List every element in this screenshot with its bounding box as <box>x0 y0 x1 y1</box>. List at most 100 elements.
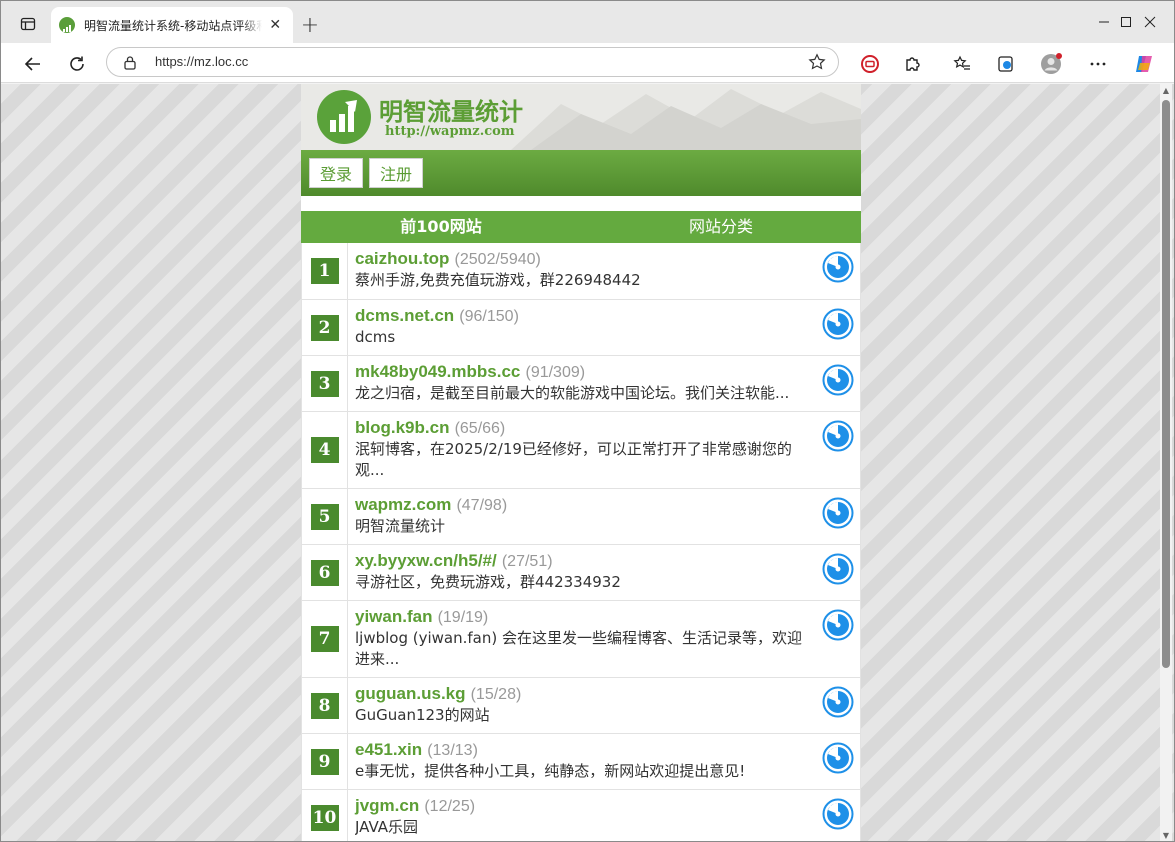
stats-link[interactable] <box>816 243 860 299</box>
rank-cell: 6 <box>302 545 348 600</box>
chart-disc-icon <box>822 609 854 641</box>
list-item[interactable]: 1 caizhou.top (2502/5940) 蔡州手游,免费充值玩游戏，群… <box>301 243 861 300</box>
site-ranking-list: 1 caizhou.top (2502/5940) 蔡州手游,免费充值玩游戏，群… <box>301 243 861 841</box>
stats-link[interactable] <box>816 545 860 600</box>
avatar-icon <box>1041 53 1062 74</box>
site-domain-link[interactable]: guguan.us.kg <box>355 684 466 703</box>
extension-red-button[interactable] <box>857 51 883 77</box>
new-tab-button[interactable]: + <box>297 12 323 38</box>
site-page: 明智流量统计 http://wapmz.com 登录 注册 前100网站 网站分… <box>301 84 861 841</box>
site-info: e451.xin (13/13) e事无忧，提供各种小工具，纯静态，新网站欢迎提… <box>348 734 816 789</box>
refresh-button[interactable] <box>62 49 92 79</box>
tab-close-icon[interactable]: ✕ <box>266 15 286 35</box>
tab-top100[interactable]: 前100网站 <box>301 211 581 243</box>
stats-link[interactable] <box>816 412 860 488</box>
site-logo-icon <box>317 90 371 144</box>
stats-link[interactable] <box>816 356 860 411</box>
site-domain-link[interactable]: xy.byyxw.cn/h5/#/ <box>355 551 497 570</box>
rank-badge: 9 <box>310 748 339 775</box>
copilot-button[interactable] <box>1131 51 1157 77</box>
list-item[interactable]: 5 wapmz.com (47/98) 明智流量统计 <box>301 489 861 545</box>
site-stats: (2502/5940) <box>454 251 541 268</box>
stats-link[interactable] <box>816 790 860 841</box>
back-button[interactable] <box>18 49 48 79</box>
url-input[interactable]: https://mz.loc.cc <box>106 47 839 77</box>
tab-categories[interactable]: 网站分类 <box>581 211 861 243</box>
spacer <box>301 196 861 211</box>
site-description: 泯轲博客，在2025/2/19已经修好，可以正常打开了非常感谢您的观... <box>355 440 792 479</box>
collections-button[interactable] <box>993 51 1019 77</box>
rank-cell: 3 <box>302 356 348 411</box>
rank-badge: 8 <box>310 692 339 719</box>
rank-cell: 10 <box>302 790 348 841</box>
list-item[interactable]: 3 mk48by049.mbbs.cc (91/309) 龙之归宿，是截至目前最… <box>301 356 861 412</box>
site-stats: (47/98) <box>456 497 508 514</box>
site-domain-link[interactable]: caizhou.top <box>355 249 449 268</box>
site-title-line: caizhou.top (2502/5940) <box>355 249 816 270</box>
stats-link[interactable] <box>816 678 860 733</box>
site-favicon-icon <box>59 17 75 33</box>
site-domain-link[interactable]: e451.xin <box>355 740 422 759</box>
stats-link[interactable] <box>816 300 860 355</box>
chart-disc-icon <box>822 420 854 452</box>
site-stats: (15/28) <box>470 686 522 703</box>
site-stats: (96/150) <box>459 308 519 325</box>
site-stats: (91/309) <box>525 364 586 381</box>
site-stats: (19/19) <box>437 609 489 626</box>
stats-link[interactable] <box>816 734 860 789</box>
list-item[interactable]: 6 xy.byyxw.cn/h5/#/ (27/51) 寻游社区，免费玩游戏，群… <box>301 545 861 601</box>
rank-cell: 7 <box>302 601 348 677</box>
stats-link[interactable] <box>816 489 860 544</box>
more-menu-button[interactable] <box>1085 51 1111 77</box>
site-info: guguan.us.kg (15/28) GuGuan123的网站 <box>348 678 816 733</box>
list-item[interactable]: 9 e451.xin (13/13) e事无忧，提供各种小工具，纯静态，新网站欢… <box>301 734 861 790</box>
stats-link[interactable] <box>816 601 860 677</box>
tab-actions-button[interactable] <box>13 11 43 37</box>
site-description: 龙之归宿，是截至目前最大的软能游戏中国论坛。我们关注软能... <box>355 384 790 402</box>
list-item[interactable]: 10 jvgm.cn (12/25) JAVA乐园 <box>301 790 861 841</box>
site-domain-link[interactable]: jvgm.cn <box>355 796 419 815</box>
rank-badge: 5 <box>310 503 339 530</box>
site-title-line: xy.byyxw.cn/h5/#/ (27/51) <box>355 551 816 572</box>
site-domain-link[interactable]: wapmz.com <box>355 495 451 514</box>
list-item[interactable]: 4 blog.k9b.cn (65/66) 泯轲博客，在2025/2/19已经修… <box>301 412 861 489</box>
list-item[interactable]: 7 yiwan.fan (19/19) ljwblog (yiwan.fan) … <box>301 601 861 678</box>
favorites-list-icon <box>953 55 970 70</box>
favorites-button[interactable] <box>949 51 975 77</box>
site-domain-link[interactable]: yiwan.fan <box>355 607 432 626</box>
browser-window: 明智流量统计系统-移动站点评级和 ✕ + https://mz.loc.cc 明… <box>0 0 1175 842</box>
profile-button[interactable] <box>1038 51 1064 77</box>
site-url-text: http://wapmz.com <box>385 124 515 139</box>
collections-icon <box>998 56 1013 72</box>
back-arrow-icon <box>24 57 40 71</box>
site-brand-name: 明智流量统计 <box>379 98 523 126</box>
chart-disc-icon <box>822 364 854 396</box>
register-button[interactable]: 注册 <box>369 158 424 188</box>
site-description: 明智流量统计 <box>355 517 446 535</box>
scroll-up-icon[interactable]: ▲ <box>1162 87 1170 95</box>
scroll-down-icon[interactable]: ▼ <box>1162 832 1170 840</box>
browser-tab[interactable]: 明智流量统计系统-移动站点评级和 ✕ <box>51 7 293 43</box>
page-scrollbar[interactable]: ▲ ▼ <box>1160 84 1172 841</box>
close-window-button[interactable] <box>1127 1 1173 43</box>
site-domain-link[interactable]: mk48by049.mbbs.cc <box>355 362 520 381</box>
site-info: yiwan.fan (19/19) ljwblog (yiwan.fan) 会在… <box>348 601 816 677</box>
rank-cell: 2 <box>302 300 348 355</box>
refresh-icon <box>70 56 84 71</box>
site-info: jvgm.cn (12/25) JAVA乐园 <box>348 790 816 841</box>
site-title-line: yiwan.fan (19/19) <box>355 607 816 628</box>
site-title-line: guguan.us.kg (15/28) <box>355 684 816 705</box>
login-button[interactable]: 登录 <box>309 158 364 188</box>
site-domain-link[interactable]: dcms.net.cn <box>355 306 454 325</box>
list-item[interactable]: 2 dcms.net.cn (96/150) dcms <box>301 300 861 356</box>
page-viewport: 明智流量统计 http://wapmz.com 登录 注册 前100网站 网站分… <box>1 84 1174 841</box>
site-domain-link[interactable]: blog.k9b.cn <box>355 418 449 437</box>
scrollbar-thumb[interactable] <box>1162 100 1170 668</box>
adblock-extension-icon <box>861 55 879 73</box>
list-item[interactable]: 8 guguan.us.kg (15/28) GuGuan123的网站 <box>301 678 861 734</box>
extensions-button[interactable] <box>900 51 926 77</box>
favorite-star-icon[interactable] <box>808 53 826 71</box>
site-description: ljwblog (yiwan.fan) 会在这里发一些编程博客、生活记录等，欢迎… <box>355 629 802 668</box>
site-description: dcms <box>355 328 396 346</box>
chart-disc-icon <box>822 553 854 585</box>
